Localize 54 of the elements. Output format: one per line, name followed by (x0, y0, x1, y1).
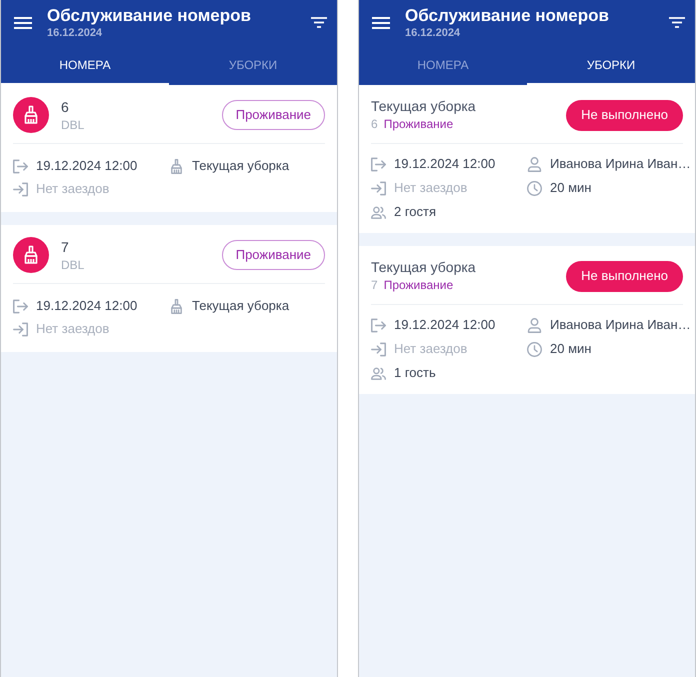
status-label: Проживание (384, 116, 454, 133)
broom-icon (13, 237, 49, 273)
status-badge: Не выполнено (566, 100, 683, 130)
screen-title: Обслуживание номеров (47, 6, 251, 26)
departure-date: 19.12.2024 12:00 (394, 316, 496, 334)
arrival-info: Нет заездов (394, 179, 468, 198)
screen-title: Обслуживание номеров (405, 6, 609, 26)
departure-date: 19.12.2024 12:00 (394, 155, 496, 174)
clock-icon (527, 342, 542, 356)
departure-date: 19.12.2024 12:00 (36, 297, 138, 316)
person-icon (527, 156, 542, 172)
tab[interactable]: УБОРКИ (169, 45, 337, 85)
people-icon (371, 204, 386, 220)
enter-arrow-icon (13, 182, 28, 196)
people-icon (371, 366, 386, 380)
menu-icon[interactable] (372, 16, 390, 28)
status-button[interactable]: Проживание (222, 100, 325, 130)
enter-arrow-icon (371, 180, 386, 196)
status-label: Проживание (384, 277, 454, 294)
clock-icon (527, 180, 542, 196)
screen-date: 16.12.2024 (47, 26, 104, 40)
room-number: 6 (371, 116, 378, 133)
room-number: 6 (61, 98, 70, 116)
assignee-name: Иванова Ирина Иван… (550, 155, 691, 174)
tab[interactable]: НОМЕРА (359, 45, 527, 85)
status-badge: Не выполнено (566, 260, 683, 292)
cleaning-type: Текущая уборка (192, 297, 290, 316)
menu-icon[interactable] (14, 16, 32, 28)
room-type: DBL (61, 257, 84, 274)
room-type: DBL (61, 117, 84, 134)
enter-arrow-icon (371, 342, 386, 356)
broom-icon (169, 158, 184, 174)
cleaning-title: Текущая уборка (371, 97, 476, 116)
enter-arrow-icon (13, 322, 28, 336)
guest-count: 2 гостя (394, 203, 436, 222)
room-number: 7 (61, 238, 70, 256)
cleaning-duration: 20 мин (550, 340, 592, 358)
screen-date: 16.12.2024 (405, 26, 462, 40)
guest-count: 1 гость (394, 364, 436, 382)
arrival-info: Нет заездов (36, 320, 110, 338)
filter-icon[interactable] (669, 17, 685, 28)
cleaning-title: Текущая уборка (371, 258, 476, 277)
arrival-info: Нет заездов (394, 340, 468, 358)
departure-date: 19.12.2024 12:00 (36, 157, 138, 176)
filter-icon[interactable] (311, 17, 327, 28)
status-button[interactable]: Проживание (222, 240, 325, 270)
arrival-info: Нет заездов (36, 180, 110, 198)
broom-icon (169, 298, 184, 314)
cleaning-type: Текущая уборка (192, 157, 290, 176)
assignee-name: Иванова Ирина Иван… (550, 316, 691, 334)
cleaning-duration: 20 мин (550, 179, 592, 198)
room-number: 7 (371, 277, 378, 294)
person-icon (527, 318, 542, 332)
broom-icon (13, 97, 49, 133)
